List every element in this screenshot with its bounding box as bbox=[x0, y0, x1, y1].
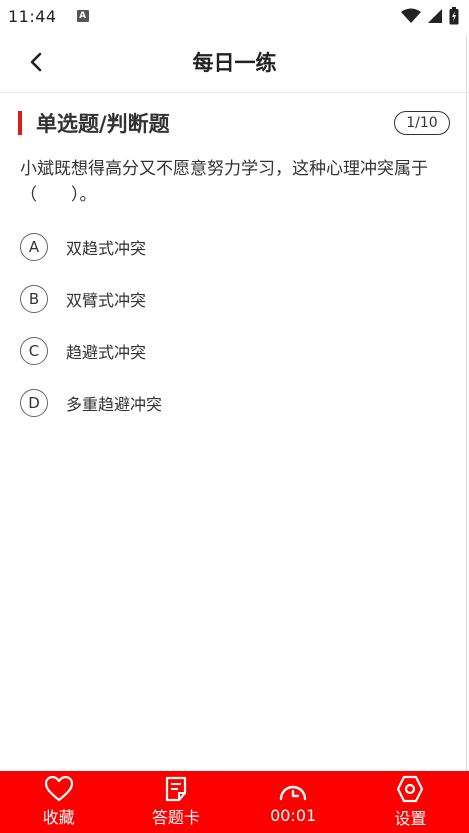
signal-icon bbox=[428, 9, 442, 23]
question-progress-badge: 1/10 bbox=[394, 111, 450, 135]
bottom-toolbar: 收藏 答题卡 00:01 设置 bbox=[0, 771, 469, 833]
question-type-label: 单选题/判断题 bbox=[36, 112, 170, 136]
notification-icon: A bbox=[76, 10, 89, 22]
timer-icon bbox=[279, 785, 307, 800]
wifi-icon bbox=[401, 8, 421, 23]
status-time: 11:44 bbox=[8, 6, 57, 26]
favorite-button[interactable]: 收藏 bbox=[0, 776, 117, 828]
status-bar: 11:44 A bbox=[0, 0, 469, 32]
answer-card-label: 答题卡 bbox=[151, 808, 200, 827]
question-type-row: 单选题/判断题 1/10 bbox=[18, 108, 450, 138]
option-c[interactable]: C 趋避式冲突 bbox=[20, 335, 450, 367]
option-text: 多重趋避冲突 bbox=[66, 395, 163, 414]
option-letter: A bbox=[20, 233, 48, 261]
option-letter: D bbox=[20, 389, 48, 417]
back-button[interactable] bbox=[22, 48, 50, 76]
option-d[interactable]: D 多重趋避冲突 bbox=[20, 387, 450, 419]
heart-icon bbox=[44, 776, 73, 802]
option-text: 双臂式冲突 bbox=[66, 291, 147, 310]
options-list: A 双趋式冲突 B 双臂式冲突 C 趋避式冲突 D 多重趋避冲突 bbox=[20, 231, 450, 439]
chevron-left-icon bbox=[30, 52, 42, 72]
status-left: 11:44 A bbox=[8, 7, 89, 26]
settings-icon bbox=[397, 775, 424, 803]
status-right bbox=[401, 7, 459, 25]
timer-button[interactable]: 00:01 bbox=[235, 780, 352, 825]
app-header: 每日一练 bbox=[0, 32, 469, 93]
favorite-label: 收藏 bbox=[42, 808, 75, 827]
answer-card-button[interactable]: 答题卡 bbox=[117, 776, 234, 828]
option-a[interactable]: A 双趋式冲突 bbox=[20, 231, 450, 263]
option-text: 趋避式冲突 bbox=[66, 343, 147, 362]
answer-sheet-icon bbox=[165, 776, 186, 802]
option-b[interactable]: B 双臂式冲突 bbox=[20, 283, 450, 315]
timer-label: 00:01 bbox=[270, 805, 317, 825]
question-text: 小斌既想得高分又不愿意努力学习，这种心理冲突属于（ ）。 bbox=[20, 159, 428, 205]
settings-label: 设置 bbox=[394, 809, 427, 828]
settings-button[interactable]: 设置 bbox=[352, 775, 469, 829]
battery-icon bbox=[449, 7, 459, 25]
option-letter: C bbox=[20, 337, 48, 365]
option-text: 双趋式冲突 bbox=[66, 239, 147, 258]
option-letter: B bbox=[20, 285, 48, 313]
scroll-edge-line bbox=[466, 36, 467, 826]
page-title: 每日一练 bbox=[192, 51, 277, 75]
accent-bar bbox=[18, 111, 22, 135]
